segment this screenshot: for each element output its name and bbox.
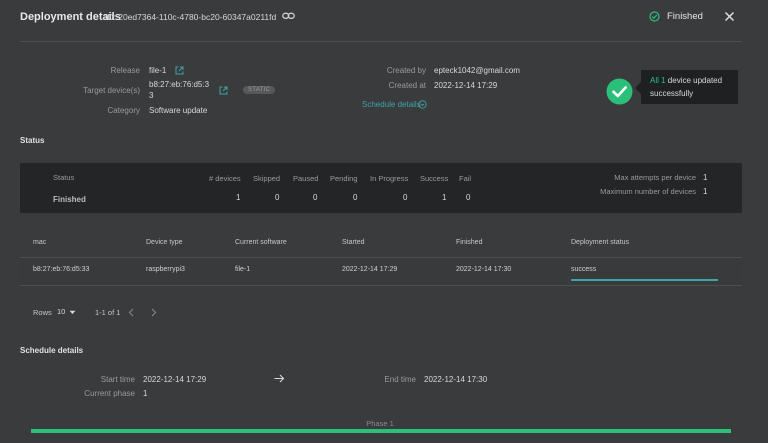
stat-header-fail: Fail <box>459 174 472 183</box>
cell-mac-link[interactable]: b8:27:eb:76:d5:33 <box>33 266 89 273</box>
status-col-label: Status <box>53 173 75 182</box>
pager-range: 1-1 of 1 <box>95 308 121 317</box>
stat-value-skipped: 0 <box>275 193 280 202</box>
stat-value-success: 1 <box>442 193 447 202</box>
cell-deployment-status: success <box>571 266 597 273</box>
deployment-status-label: Finished <box>667 11 703 22</box>
tooltip-line-2: successfully <box>650 89 694 98</box>
max-attempts-value: 1 <box>703 173 708 182</box>
category-label: Category <box>107 106 140 115</box>
stat-header-pending: Pending <box>330 174 358 183</box>
end-time-label: End time <box>384 375 416 384</box>
cell-current-software-link[interactable]: file-1 <box>235 266 250 273</box>
cell-started: 2022-12-14 17:29 <box>342 266 398 273</box>
close-icon[interactable] <box>724 11 735 22</box>
phase-bar-label: Phase 1 <box>366 419 394 428</box>
stat-header-in-progress: In Progress <box>370 174 409 183</box>
chevron-down-circle-icon[interactable] <box>418 100 427 109</box>
deployment-progress-bar <box>571 279 718 281</box>
col-header-finished[interactable]: Finished <box>456 239 482 246</box>
target-device-link[interactable]: b8:27:eb:76:d5:3 <box>149 80 209 89</box>
stat-value-in-progress: 0 <box>403 193 408 202</box>
target-devices-label: Target device(s) <box>83 86 140 95</box>
deployment-id: ID: 20ed7364-110c-4780-bc20-60347a0211fd <box>105 12 277 22</box>
max-attempts-label: Max attempts per device <box>614 173 696 182</box>
release-link[interactable]: file-1 <box>149 66 166 75</box>
col-header-current-software[interactable]: Current software <box>235 239 287 246</box>
status-section-title: Status <box>20 136 45 145</box>
start-time-value: 2022-12-14 17:29 <box>143 375 207 384</box>
stat-header-success: Success <box>420 174 449 183</box>
cell-finished: 2022-12-14 17:30 <box>456 266 512 273</box>
release-label: Release <box>110 66 140 75</box>
copy-link-icon[interactable] <box>282 11 295 21</box>
cell-device-type: raspberrypi3 <box>146 266 185 273</box>
max-devices-label: Maximum number of devices <box>600 187 696 196</box>
end-time-value: 2022-12-14 17:30 <box>424 375 488 384</box>
rows-per-page-label: Rows <box>33 308 52 317</box>
static-badge: STATIC <box>243 86 276 94</box>
col-header-started[interactable]: Started <box>342 239 365 246</box>
target-device-link-cont[interactable]: 3 <box>149 91 153 100</box>
stat-header-skipped: Skipped <box>253 174 281 183</box>
category-value: Software update <box>149 106 208 115</box>
max-devices-value: 1 <box>703 187 708 196</box>
external-link-icon[interactable] <box>175 66 184 75</box>
caret-down-icon <box>69 310 76 314</box>
tooltip-highlight: All 1 <box>650 76 666 85</box>
rows-per-page-value: 10 <box>57 307 66 316</box>
current-phase-value: 1 <box>143 389 148 398</box>
table-row-divider <box>20 285 742 286</box>
created-at-value: 2022-12-14 17:29 <box>434 81 498 90</box>
stat-value-paused: 0 <box>313 193 318 202</box>
success-check-icon <box>606 78 633 105</box>
col-header-mac[interactable]: mac <box>33 239 46 246</box>
next-page-icon[interactable] <box>151 308 157 317</box>
created-by-label: Created by <box>386 66 426 75</box>
prev-page-icon[interactable] <box>128 308 134 317</box>
col-header-device-type[interactable]: Device type <box>146 239 183 246</box>
tooltip-text: device updated <box>667 76 723 85</box>
stat-value-pending: 0 <box>353 193 358 202</box>
schedule-section-title: Schedule details <box>20 346 84 355</box>
arrow-right-icon <box>274 374 285 383</box>
rows-per-page-select[interactable]: 10 <box>57 307 76 316</box>
stat-header-paused: Paused <box>293 174 319 183</box>
start-time-label: Start time <box>100 375 135 384</box>
status-value: Finished <box>53 195 86 204</box>
phase-progress-bar <box>31 429 731 433</box>
current-phase-label: Current phase <box>84 389 135 398</box>
stat-value-fail: 0 <box>466 193 471 202</box>
stat-value-devices: 1 <box>236 193 241 202</box>
schedule-details-link[interactable]: Schedule details <box>362 100 421 109</box>
finished-check-icon <box>649 11 660 22</box>
header-divider <box>20 41 742 42</box>
col-header-deployment-status[interactable]: Deployment status <box>571 239 629 246</box>
tooltip-line-1: All 1 device updated <box>650 76 722 85</box>
created-by-value: epteck1042@gmail.com <box>434 66 520 75</box>
stat-header-devices: # devices <box>209 174 241 183</box>
created-at-label: Created at <box>388 81 426 90</box>
external-link-icon[interactable] <box>219 86 228 95</box>
